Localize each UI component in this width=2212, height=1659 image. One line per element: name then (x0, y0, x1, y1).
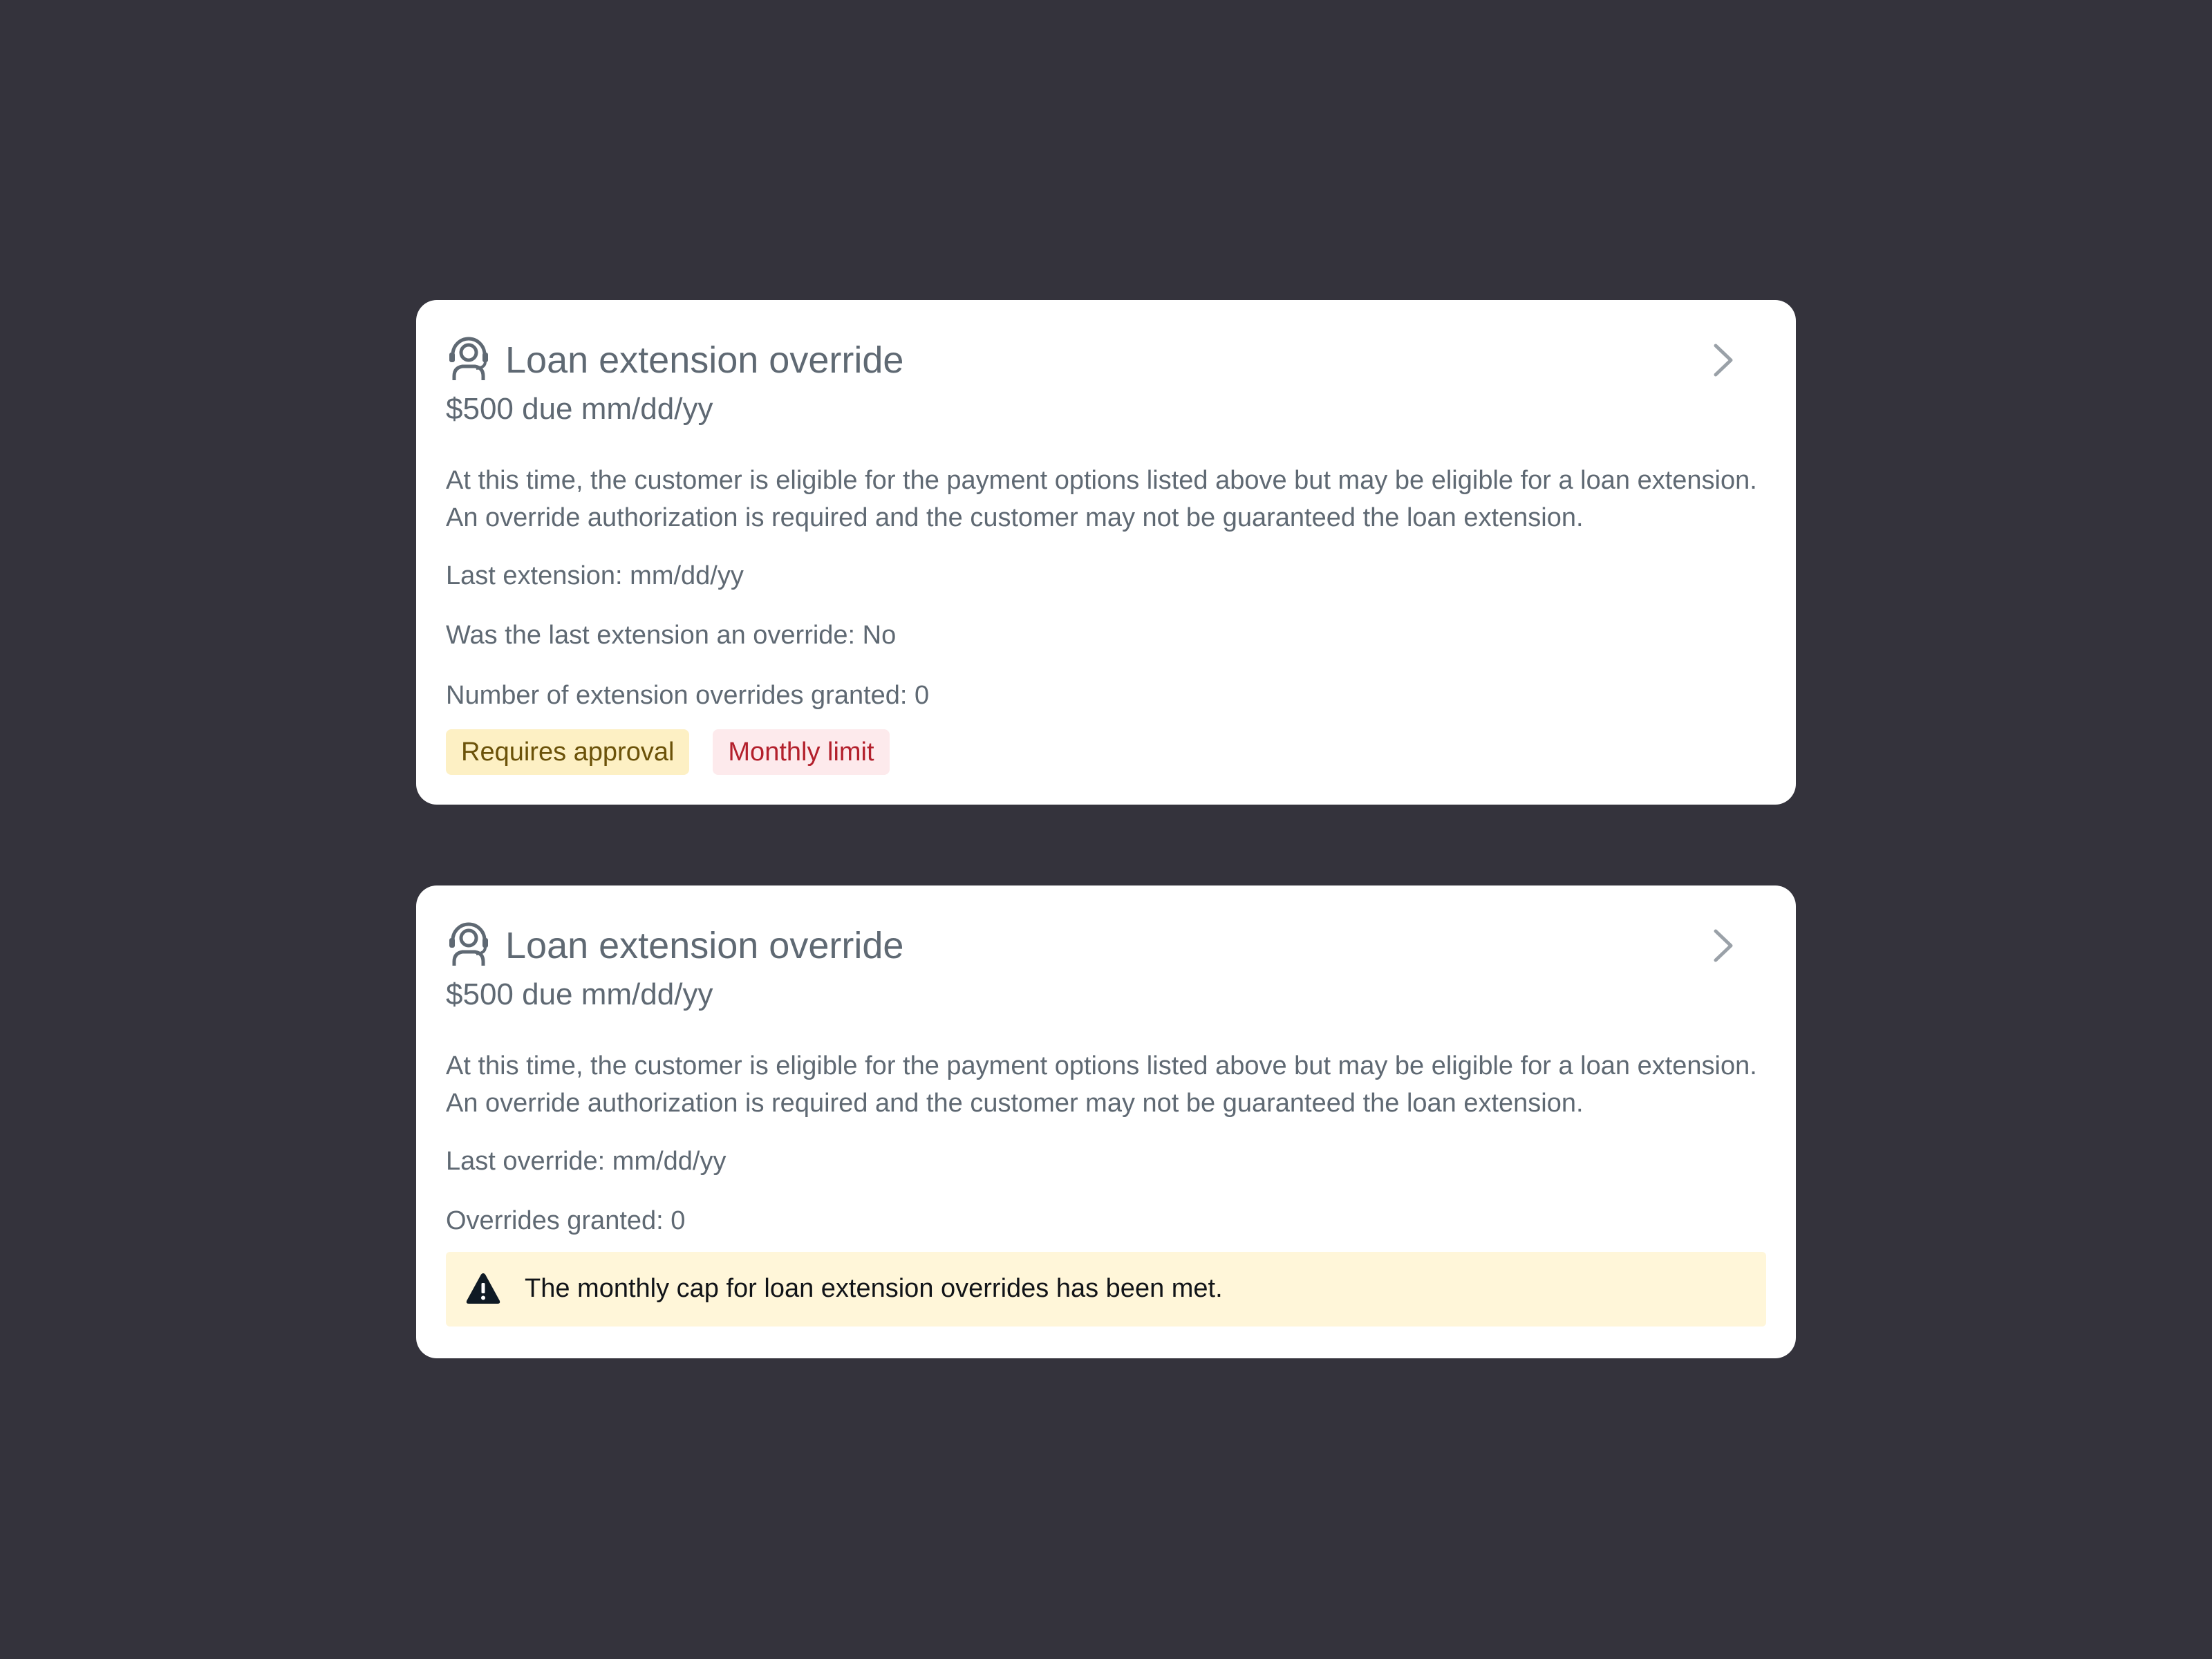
overrides-granted-count: Overrides granted: 0 (446, 1206, 686, 1235)
description-line: At this time, the customer is eligible f… (446, 1051, 1757, 1080)
alert-message: The monthly cap for loan extension overr… (525, 1274, 1223, 1303)
card-header: Loan extension override (446, 332, 1766, 390)
extension-overrides-count: Number of extension overrides granted: 0 (446, 681, 930, 710)
loan-extension-override-card[interactable]: Loan extension override $500 due mm/dd/y… (416, 885, 1796, 1358)
last-extension-date: Last extension: mm/dd/yy (446, 561, 744, 590)
card-title: Loan extension override (505, 925, 904, 966)
customer-support-agent-icon (449, 922, 488, 966)
loan-extension-override-card[interactable]: Loan extension override $500 due mm/dd/y… (416, 300, 1796, 805)
amount-due: $500 due mm/dd/yy (446, 392, 713, 426)
description-line: An override authorization is required an… (446, 503, 1584, 532)
monthly-cap-warning-alert: The monthly cap for loan extension overr… (446, 1252, 1766, 1327)
amount-due: $500 due mm/dd/yy (446, 977, 713, 1011)
description-line: An override authorization is required an… (446, 1089, 1584, 1118)
last-override-date: Last override: mm/dd/yy (446, 1147, 727, 1176)
badge-group: Requires approval Monthly limit (446, 729, 1766, 775)
chevron-right-icon[interactable] (1709, 928, 1736, 963)
warning-triangle-icon (466, 1273, 500, 1304)
description-line: At this time, the customer is eligible f… (446, 466, 1757, 495)
chevron-right-icon[interactable] (1709, 343, 1736, 377)
card-title: Loan extension override (505, 339, 904, 381)
description: At this time, the customer is eligible f… (446, 1047, 1773, 1122)
last-extension-override-status: Was the last extension an override: No (446, 621, 897, 650)
description: At this time, the customer is eligible f… (446, 462, 1773, 536)
monthly-limit-badge: Monthly limit (713, 729, 890, 775)
customer-support-agent-icon (449, 337, 488, 380)
card-header: Loan extension override (446, 917, 1766, 975)
requires-approval-badge: Requires approval (446, 729, 690, 775)
